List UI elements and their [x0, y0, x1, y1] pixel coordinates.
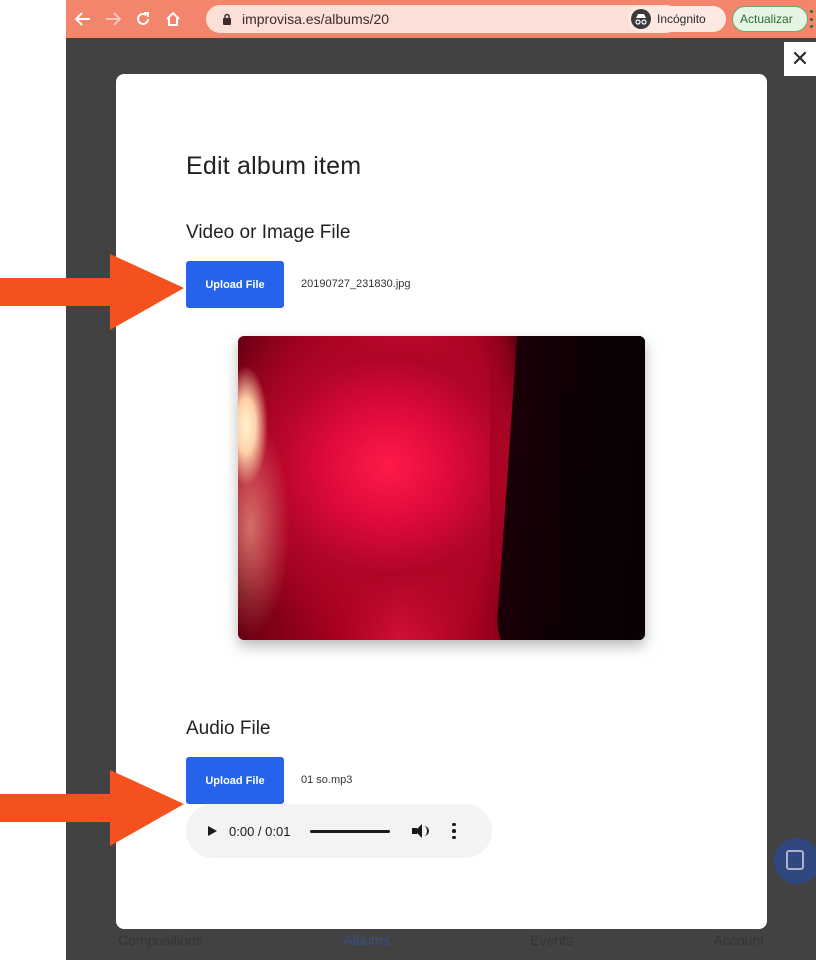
upload-media-button[interactable]: Upload File — [186, 261, 284, 308]
play-icon[interactable] — [208, 826, 217, 836]
forward-arrow-icon[interactable] — [100, 6, 126, 32]
media-file-name: 20190727_231830.jpg — [301, 278, 411, 290]
browser-toolbar: improvisa.es/albums/20 ☆ Incógnito Actua… — [66, 0, 816, 38]
home-icon[interactable] — [160, 6, 186, 32]
audio-progress-slider[interactable] — [310, 829, 391, 833]
browser-menu-icon[interactable] — [808, 10, 814, 28]
update-label: Actualizar — [740, 12, 793, 26]
close-icon[interactable]: ✕ — [784, 42, 816, 76]
audio-file-name: 01 so.mp3 — [301, 774, 353, 786]
edit-album-item-modal: Edit album item Video or Image File Uplo… — [116, 74, 767, 929]
annotation-arrow-icon — [0, 254, 184, 330]
incognito-icon — [631, 9, 651, 29]
lock-icon — [220, 12, 234, 26]
reload-icon[interactable] — [130, 6, 156, 32]
incognito-badge[interactable]: Incógnito — [628, 6, 726, 32]
more-options-icon[interactable] — [452, 822, 456, 840]
annotation-arrow-icon — [0, 770, 184, 846]
nav-item-account[interactable]: Account — [713, 932, 764, 960]
nav-item-compositions[interactable]: Compositions — [118, 932, 203, 960]
audio-player: 0:00 / 0:01 — [186, 804, 492, 858]
update-button[interactable]: Actualizar — [732, 6, 808, 32]
url-text: improvisa.es/albums/20 — [242, 11, 390, 27]
modal-title: Edit album item — [186, 152, 362, 180]
incognito-label: Incógnito — [657, 12, 706, 26]
back-arrow-icon[interactable] — [70, 6, 96, 32]
media-section-title: Video or Image File — [186, 222, 351, 243]
copy-fab-icon[interactable] — [774, 838, 816, 884]
nav-item-albums[interactable]: Albums — [343, 932, 390, 960]
address-bar[interactable]: improvisa.es/albums/20 ☆ — [206, 5, 680, 33]
volume-icon[interactable] — [412, 823, 430, 839]
preview-dark-area — [493, 336, 645, 640]
upload-audio-button[interactable]: Upload File — [186, 757, 284, 804]
nav-item-events[interactable]: Events — [530, 932, 573, 960]
image-preview — [238, 336, 645, 640]
audio-time: 0:00 / 0:01 — [229, 823, 291, 839]
audio-section-title: Audio File — [186, 718, 271, 739]
